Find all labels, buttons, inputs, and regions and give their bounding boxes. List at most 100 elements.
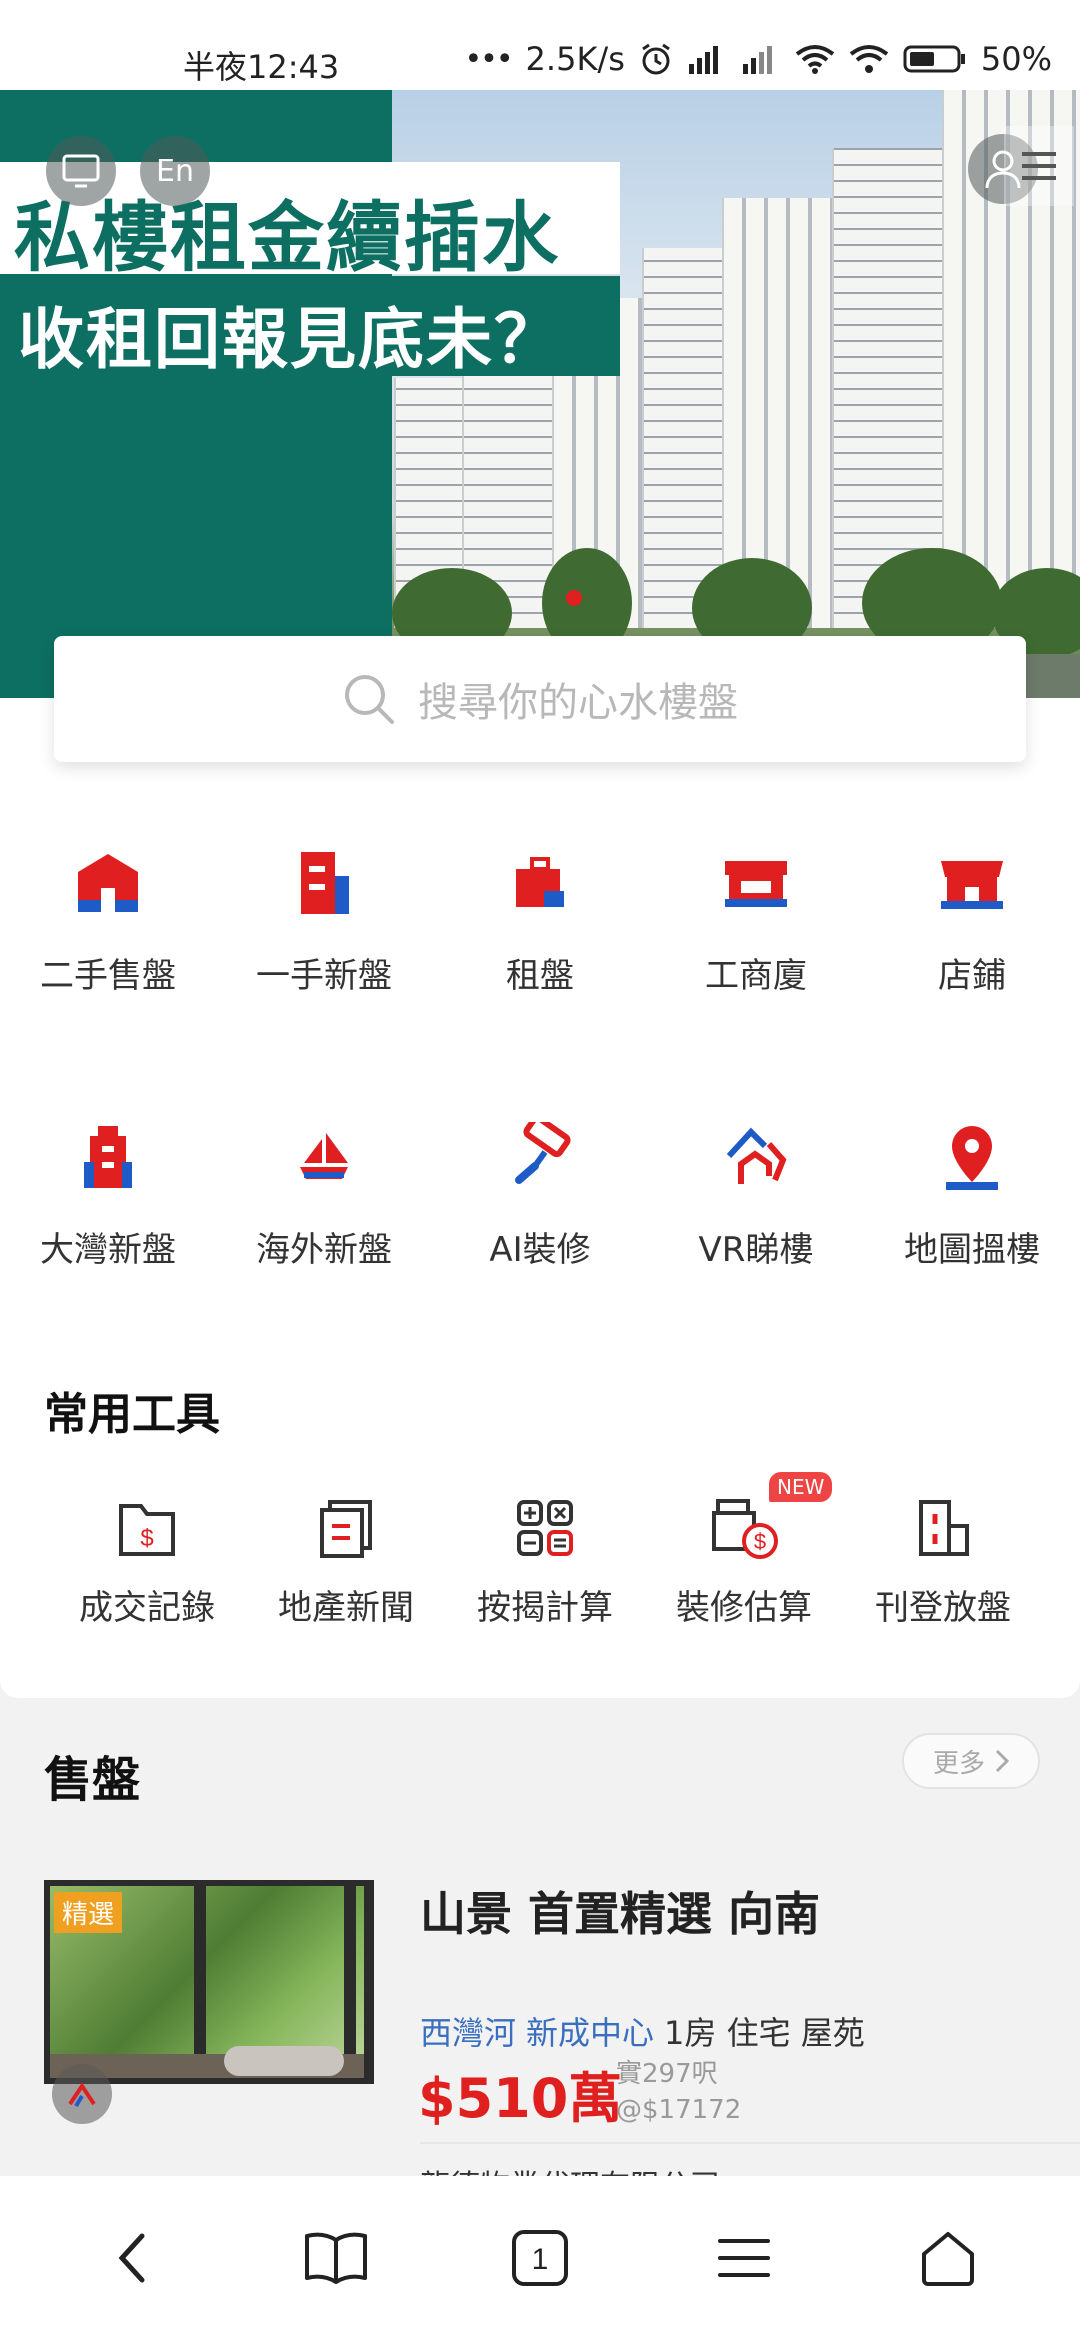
category-map-pin[interactable]: 地圖搵樓 <box>864 1112 1080 1271</box>
listing-size: 實297呎 @$17172 <box>616 2056 741 2128</box>
tool-renovation-cost[interactable]: $ 裝修估算 NEW <box>645 1472 843 1629</box>
post-listing-icon <box>844 1490 1042 1566</box>
vr-house-icon <box>648 1112 864 1202</box>
tool-folder-dollar[interactable]: $ 成交記錄 <box>48 1490 246 1629</box>
building-icon <box>216 838 432 928</box>
briefcase-icon <box>432 838 648 928</box>
svg-text:$: $ <box>140 1525 153 1552</box>
agency-logo <box>52 2064 112 2124</box>
alarm-icon <box>642 43 670 75</box>
tool-label: 刊登放盤 <box>875 1588 1011 1628</box>
category-briefcase[interactable]: 租盤 <box>432 838 648 997</box>
book-icon <box>305 2232 367 2284</box>
tabs-button[interactable]: 1 <box>480 2198 600 2318</box>
wifi-2-icon <box>849 45 889 73</box>
search-bar[interactable]: 搜尋你的心水樓盤 <box>54 636 1026 762</box>
category-label: 海外新盤 <box>256 1230 392 1270</box>
tool-label: 成交記錄 <box>79 1588 215 1628</box>
listing-estate[interactable]: 新成中心 <box>526 2008 654 2054</box>
listing-district[interactable]: 西灣河 <box>420 2008 516 2054</box>
category-paint-roller[interactable]: AI裝修 <box>432 1112 648 1271</box>
category-label: 二手售盤 <box>40 956 176 996</box>
category-label: 大灣新盤 <box>40 1230 176 1270</box>
listing-unit-price: @$17172 <box>616 2095 742 2125</box>
tabs-icon: 1 <box>512 2230 568 2286</box>
more-button[interactable]: 更多 <box>902 1733 1040 1789</box>
browser-bottom-nav: 1 <box>0 2176 1080 2340</box>
home-button[interactable] <box>888 2198 1008 2318</box>
menu-button[interactable] <box>1004 126 1074 206</box>
main-card: 二手售盤 一手新盤 租盤 工商廈 店鋪大灣新盤 海外新盤 AI裝修 VR睇樓 地圖搵樓 常用工具… <box>0 698 1080 1698</box>
listing-title[interactable]: 山景 首置精選 向南 <box>420 1878 820 1944</box>
app-screen: 半夜12:43 ••• 2.5K/s 50% 私樓租金續插水 收租回報見底未？ … <box>0 0 1080 2340</box>
category-label: 一手新盤 <box>256 956 392 996</box>
category-storefront[interactable]: 店鋪 <box>864 838 1080 997</box>
storefront-icon <box>864 838 1080 928</box>
agency-logo-icon <box>68 2082 96 2108</box>
category-house[interactable]: 二手售盤 <box>0 838 216 997</box>
hamburger-icon <box>718 2239 770 2277</box>
tool-label: 按揭計算 <box>477 1588 613 1628</box>
listing-location: 西灣河 新成中心 1房 住宅 屋苑 <box>420 2008 865 2054</box>
tool-label: 裝修估算 <box>676 1588 812 1628</box>
news-icon <box>247 1490 445 1566</box>
new-badge: NEW <box>769 1472 833 1502</box>
category-label: 租盤 <box>506 956 574 996</box>
tools-title: 常用工具 <box>44 1389 220 1440</box>
folder-dollar-icon: $ <box>48 1490 246 1566</box>
battery-level: 50% <box>980 40 1052 78</box>
language-button[interactable]: En <box>140 136 210 206</box>
category-label: AI裝修 <box>489 1230 591 1270</box>
category-tower[interactable]: 大灣新盤 <box>0 1112 216 1271</box>
wifi-icon <box>795 45 835 74</box>
menu-icon <box>1022 152 1056 180</box>
tool-label: 地產新聞 <box>278 1588 414 1628</box>
shop-truck-icon <box>648 838 864 928</box>
listing-price: $510萬 <box>418 2067 623 2130</box>
category-label: 工商廈 <box>705 956 807 996</box>
house-icon <box>0 838 216 928</box>
hero-banner[interactable]: 私樓租金續插水 收租回報見底未？ En <box>0 90 1080 698</box>
tool-post-listing[interactable]: 刊登放盤 <box>844 1490 1042 1629</box>
status-time: 半夜12:43 <box>183 48 340 86</box>
category-shop-truck[interactable]: 工商廈 <box>648 838 864 997</box>
status-bar: 半夜12:43 ••• 2.5K/s 50% <box>0 0 1080 90</box>
back-button[interactable] <box>72 2198 192 2318</box>
search-icon <box>345 675 394 724</box>
browser-menu-button[interactable] <box>684 2198 804 2318</box>
featured-tag: 精選 <box>54 1892 123 1933</box>
listing-divider <box>420 2142 1080 2144</box>
hero-subheadline: 收租回報見底未？ <box>18 301 562 378</box>
category-label: VR睇樓 <box>698 1230 814 1270</box>
network-speed: 2.5K/s <box>525 40 625 78</box>
listing-area: 實297呎 <box>616 2059 718 2089</box>
tool-news[interactable]: 地產新聞 <box>247 1490 445 1629</box>
svg-text:$: $ <box>754 1529 766 1554</box>
sale-section-title: 售盤 <box>44 1752 141 1808</box>
listing-details: 1房 住宅 屋苑 <box>664 2014 865 2052</box>
signal-hd-icon <box>742 46 772 74</box>
category-label: 地圖搵樓 <box>904 1230 1040 1270</box>
bookmarks-button[interactable] <box>276 2198 396 2318</box>
tower-icon <box>0 1112 216 1202</box>
category-building[interactable]: 一手新盤 <box>216 838 432 997</box>
battery-icon <box>903 45 965 73</box>
carousel-indicator <box>566 590 582 606</box>
more-label: 更多 <box>932 1748 985 1779</box>
home-icon <box>922 2232 974 2286</box>
calculator-icon <box>446 1490 644 1566</box>
category-vr-house[interactable]: VR睇樓 <box>648 1112 864 1271</box>
search-placeholder: 搜尋你的心水樓盤 <box>418 680 738 726</box>
tool-calculator[interactable]: 按揭計算 <box>446 1490 644 1629</box>
signal-icon <box>688 46 718 74</box>
category-label: 店鋪 <box>938 956 1006 996</box>
paint-roller-icon <box>432 1112 648 1202</box>
chevron-right-icon <box>995 1749 1009 1773</box>
network-dots-icon: ••• <box>464 41 513 77</box>
monitor-icon <box>62 154 100 188</box>
chevron-left-icon <box>118 2233 145 2283</box>
category-sailboat[interactable]: 海外新盤 <box>216 1112 432 1271</box>
desktop-mode-button[interactable] <box>46 136 116 206</box>
svg-text:1: 1 <box>532 2243 549 2276</box>
map-pin-icon <box>864 1112 1080 1202</box>
